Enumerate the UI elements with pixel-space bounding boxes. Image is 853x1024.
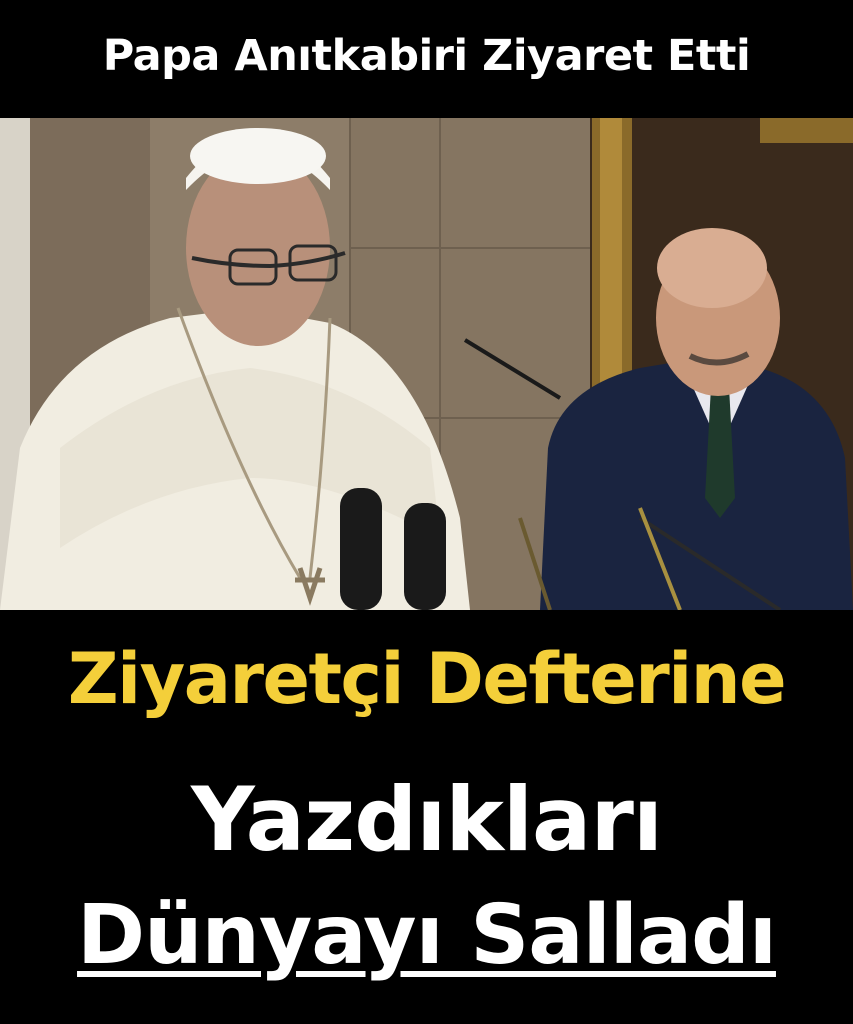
photo-pope-at-microphones xyxy=(0,118,853,610)
news-photo xyxy=(0,118,853,610)
headline-line-1: Ziyaretçi Defterine xyxy=(67,638,787,720)
headline-area: Ziyaretçi Defterine Yazdıkları Dünyayı S… xyxy=(0,610,853,1024)
header-bar: Papa Anıtkabiri Ziyaret Etti xyxy=(0,0,853,118)
headline-line-3-wrapper: Dünyayı Salladı xyxy=(0,888,853,983)
headline-line-3: Dünyayı Salladı xyxy=(77,888,777,983)
headline-line-2: Yazdıkları xyxy=(190,768,663,871)
header-title: Papa Anıtkabiri Ziyaret Etti xyxy=(102,31,751,81)
